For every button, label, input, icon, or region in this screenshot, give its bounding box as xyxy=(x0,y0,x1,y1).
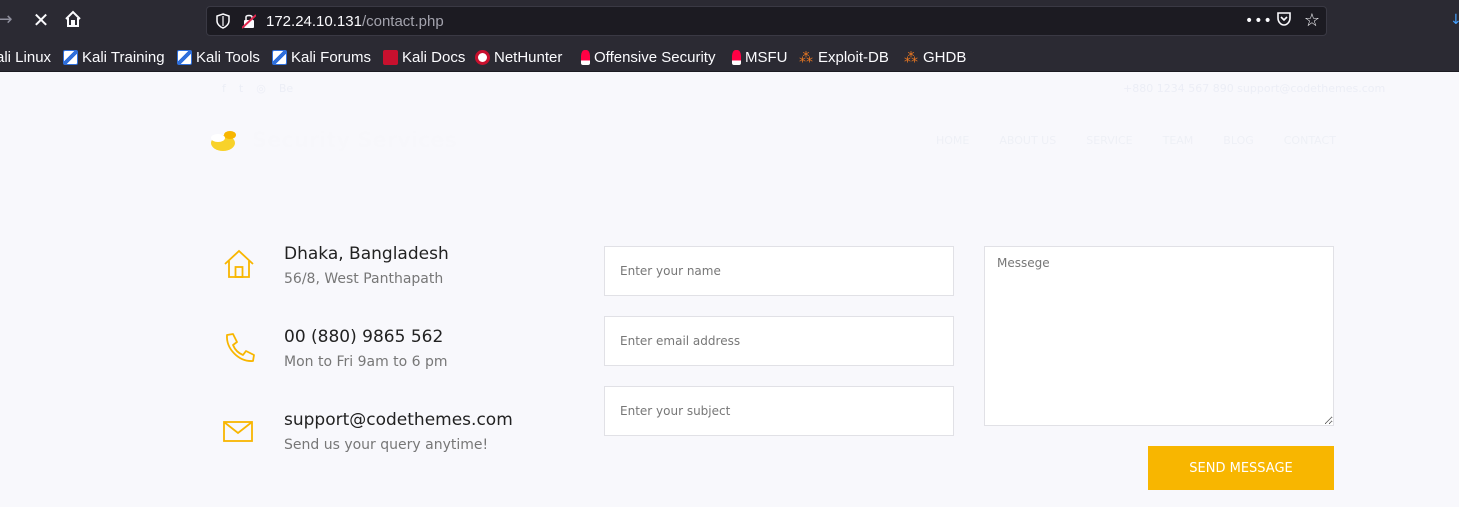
bookmark-offensive-security[interactable]: Offensive Security xyxy=(581,47,715,67)
email-note: Send us your query anytime! xyxy=(284,437,489,453)
bookmark-label: Offensive Security xyxy=(594,48,716,66)
brand-name: Security Services xyxy=(252,128,458,152)
offsec-icon xyxy=(581,49,590,65)
address-detail: 56/8, West Panthapath xyxy=(284,271,444,287)
phone-number: 00 (880) 9865 562 xyxy=(284,327,444,347)
tracking-protection-shield-icon[interactable] xyxy=(216,13,230,29)
bookmark-kali-linux[interactable]: ali Linux xyxy=(0,47,51,67)
subject-input[interactable] xyxy=(604,386,954,436)
insecure-lock-icon[interactable] xyxy=(242,13,256,29)
email-address: support@codethemes.com xyxy=(284,410,513,430)
address-bar[interactable]: 172.24.10.131/contact.php ••• ☆ xyxy=(206,6,1327,36)
bookmark-label: Kali Docs xyxy=(402,48,466,66)
bookmark-kali-docs[interactable]: Kali Docs xyxy=(383,47,465,67)
email-input[interactable] xyxy=(604,316,954,366)
forward-arrow-icon[interactable]: → xyxy=(0,9,16,31)
bookmark-label: MSFU xyxy=(745,48,788,66)
bookmark-ghdb[interactable]: ⁂ GHDB xyxy=(904,47,966,67)
bookmark-nethunter[interactable]: NetHunter xyxy=(475,47,562,67)
url-path: /contact.php xyxy=(361,13,444,30)
nav-blog[interactable]: Blog xyxy=(1223,134,1253,147)
bookmark-kali-forums[interactable]: Kali Forums xyxy=(272,47,371,67)
twitter-icon[interactable]: t xyxy=(239,82,243,95)
downloads-icon[interactable]: ↓ xyxy=(1450,13,1459,27)
social-links: f t ◎ Be xyxy=(222,82,293,95)
web-page: f t ◎ Be +880 1234 567 890 support@codet… xyxy=(0,73,1459,507)
browser-toolbar: → ✕ 172.24.10.131/contact.php ••• ☆ ↓ xyxy=(0,0,1459,42)
topbar-contact: +880 1234 567 890 support@codethemes.com xyxy=(1123,82,1386,95)
page-actions-menu-icon[interactable]: ••• xyxy=(1245,11,1272,31)
bookmark-label: Kali Tools xyxy=(196,48,260,66)
url-host: 172.24.10.131 xyxy=(266,13,362,30)
bookmark-label: Kali Forums xyxy=(291,48,372,66)
contact-address: Dhaka, Bangladesh 56/8, West Panthapath xyxy=(222,244,552,304)
exploitdb-icon: ⁂ xyxy=(904,48,918,65)
mail-icon xyxy=(223,421,253,442)
kali-icon xyxy=(177,49,192,65)
home-button-icon[interactable] xyxy=(62,9,84,31)
offsec-icon xyxy=(732,49,741,65)
bookmark-star-icon[interactable]: ☆ xyxy=(1302,11,1322,31)
bookmark-label: Kali Training xyxy=(82,48,165,66)
bookmark-label: Exploit-DB xyxy=(818,48,889,66)
nav-contact[interactable]: Contact xyxy=(1284,134,1336,147)
bookmark-label: NetHunter xyxy=(494,48,563,66)
phone-icon xyxy=(226,333,255,362)
main-navigation: Home About Us Service Team Blog Contact xyxy=(936,134,1366,147)
pocket-icon[interactable] xyxy=(1274,11,1294,31)
kali-icon xyxy=(63,49,78,65)
facebook-icon[interactable]: f xyxy=(222,82,226,95)
name-input[interactable] xyxy=(604,246,954,296)
bookmark-label: GHDB xyxy=(923,48,967,66)
site-brand[interactable]: Security Services xyxy=(210,128,457,152)
bookmark-exploit-db[interactable]: ⁂ Exploit-DB xyxy=(799,47,889,67)
contact-email: support@codethemes.com Send us your quer… xyxy=(222,410,552,470)
phone-hours: Mon to Fri 9am to 6 pm xyxy=(284,354,448,370)
kali-icon xyxy=(272,49,287,65)
address-title: Dhaka, Bangladesh xyxy=(284,244,449,264)
nethunter-icon xyxy=(475,49,490,65)
bookmark-kali-training[interactable]: Kali Training xyxy=(63,47,165,67)
nav-service[interactable]: Service xyxy=(1086,134,1132,147)
dribbble-icon[interactable]: ◎ xyxy=(256,82,266,95)
exploitdb-icon: ⁂ xyxy=(799,48,813,65)
send-message-button[interactable]: Send Message xyxy=(1148,446,1334,490)
nav-team[interactable]: Team xyxy=(1163,134,1194,147)
brand-logo-icon xyxy=(211,131,236,151)
bookmarks-toolbar: ali Linux Kali Training Kali Tools Kali … xyxy=(0,42,1459,72)
bookmark-msfu[interactable]: MSFU xyxy=(732,47,788,67)
message-textarea[interactable] xyxy=(984,246,1334,426)
nav-about[interactable]: About Us xyxy=(999,134,1056,147)
home-icon xyxy=(224,249,254,278)
bookmark-kali-tools[interactable]: Kali Tools xyxy=(177,47,260,67)
behance-icon[interactable]: Be xyxy=(279,82,293,95)
kali-docs-icon xyxy=(383,49,398,65)
contact-phone: 00 (880) 9865 562 Mon to Fri 9am to 6 pm xyxy=(222,327,552,387)
nav-home[interactable]: Home xyxy=(936,134,969,147)
url-text[interactable]: 172.24.10.131/contact.php xyxy=(266,13,444,30)
stop-loading-icon[interactable]: ✕ xyxy=(30,9,52,31)
bookmark-label: ali Linux xyxy=(0,48,52,66)
